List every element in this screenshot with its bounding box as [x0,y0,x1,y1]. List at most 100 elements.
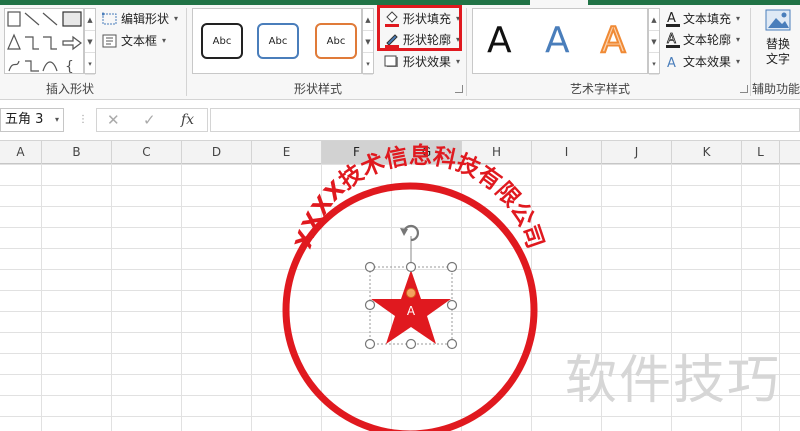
shape-fill-outline-highlight [377,5,462,51]
wordart-sample-black[interactable]: A [487,21,512,61]
column-header-d[interactable]: D [182,141,252,164]
grid-vertical-line [461,164,462,431]
text-fill-label: 文本填充 [683,12,732,26]
column-header-l[interactable]: L [742,141,780,164]
scroll-up-icon[interactable]: ▲ [85,9,95,31]
resize-handle-bottom-right[interactable] [446,338,458,350]
grid-vertical-line [181,164,182,431]
grid-vertical-line [41,164,42,431]
formula-bar-row: 五角 3 ▾ ⋮ ✕ ✓ fx [0,100,800,140]
scroll-up-icon[interactable]: ▲ [363,9,373,31]
resize-handle-bottom[interactable] [405,338,417,350]
resize-handle-bottom-left[interactable] [364,338,376,350]
resize-handle-left[interactable] [364,299,376,311]
enter-checkmark-icon[interactable]: ✓ [143,111,156,129]
text-fill-icon: A [666,11,680,27]
shapes-gallery-scroll[interactable]: ▲ ▼ ▾ [84,8,96,75]
shapes-gallery[interactable]: { [4,8,84,75]
column-header-i[interactable]: I [532,141,602,164]
gallery-more-icon[interactable]: ▾ [363,53,373,75]
alt-text-image-icon [765,9,791,31]
svg-text:A: A [667,32,676,47]
elbow-connector-icon [25,36,39,50]
shape-style-preset-1[interactable]: Abc [201,23,243,59]
shape-styles-group-label: 形状样式 [294,82,343,96]
text-box-label: 文本框 [121,34,158,48]
shape-styles-gallery: Abc Abc Abc [192,8,362,74]
formula-bar-grip-icon[interactable]: ⋮ [78,114,89,125]
resize-handle-top-right[interactable] [446,261,458,273]
chevron-down-icon[interactable]: ▾ [55,109,59,131]
rectangle-shape-icon [62,11,82,27]
replace-text-button[interactable]: 替换 文字 [756,8,800,78]
text-effects-icon: A [667,56,676,69]
dialog-launcher-icon[interactable] [455,85,463,93]
resize-handle-right[interactable] [446,299,458,311]
formula-input[interactable] [210,108,800,132]
shape-style-preset-2[interactable]: Abc [257,23,299,59]
elbow-arrow-icon [43,36,57,50]
chevron-down-icon: ▾ [736,57,741,66]
column-header-k[interactable]: K [672,141,742,164]
wordart-scroll[interactable]: ▲ ▼ ▾ [648,8,660,75]
wordart-sample-blue[interactable]: A [545,21,570,61]
replace-text-label-2: 文字 [765,52,790,66]
group-divider [466,8,467,96]
insert-shapes-group-label: 插入形状 [46,82,95,96]
wordart-sample-orange[interactable]: A [600,20,627,62]
dialog-launcher-icon[interactable] [740,85,748,93]
edit-shape-button[interactable]: 编辑形状 ▾ [102,10,178,27]
scroll-down-icon[interactable]: ▼ [85,31,95,53]
arc-shape-icon [42,61,58,72]
scroll-up-icon[interactable]: ▲ [649,9,659,31]
text-outline-icon: A [666,32,680,48]
text-box-shape-icon [7,11,21,27]
text-box-button[interactable]: 文本框 ▾ [102,32,166,49]
shape-styles-scroll[interactable]: ▲ ▼ ▾ [362,8,374,75]
column-header-e[interactable]: E [252,141,322,164]
cancel-icon[interactable]: ✕ [107,111,120,129]
column-header-a[interactable]: A [0,141,42,164]
name-box[interactable]: 五角 3 ▾ [0,108,64,132]
line-shape-icon [24,12,40,26]
formula-buttons: ✕ ✓ fx [96,108,208,132]
text-box-icon [102,34,117,47]
wordart-styles-gallery: A A A [472,8,648,74]
scroll-down-icon[interactable]: ▼ [649,31,659,53]
text-effects-label: 文本效果 [683,55,732,69]
text-outline-label: 文本轮廓 [683,33,732,47]
text-effects-button[interactable]: A 文本效果 ▾ [666,53,740,70]
name-box-value: 五角 3 [5,112,44,127]
scroll-down-icon[interactable]: ▼ [363,31,373,53]
adjust-handle[interactable] [406,288,416,298]
connector-shape-icon [25,60,39,72]
column-header-j[interactable]: J [602,141,672,164]
shape-effects-button[interactable]: 形状效果 ▾ [384,53,460,70]
text-fill-button[interactable]: A 文本填充 ▾ [666,10,740,27]
chevron-down-icon: ▾ [736,35,741,44]
replace-text-label-1: 替换 [765,37,790,51]
gallery-more-icon[interactable]: ▾ [85,53,95,75]
triangle-shape-icon [7,33,21,50]
grid-vertical-line [391,164,392,431]
column-header-c[interactable]: C [112,141,182,164]
text-outline-button[interactable]: A 文本轮廓 ▾ [666,31,740,48]
group-divider [186,8,187,96]
accessibility-group-label: 辅助功能 [752,82,800,96]
shapes-gallery-icons: { [7,11,82,75]
svg-text:A: A [667,11,676,26]
group-divider [750,8,751,96]
edit-shape-label: 编辑形状 [121,12,170,26]
watermark-text: 软件技巧 [565,351,782,411]
brace-shape-icon: { [65,59,74,75]
shape-style-preset-3[interactable]: Abc [315,23,357,59]
grid-vertical-line [251,164,252,431]
insert-function-button[interactable]: fx [181,112,194,128]
resize-handle-top-left[interactable] [364,261,376,273]
resize-handle-top[interactable] [405,261,417,273]
shape-effects-label: 形状效果 [403,55,452,69]
svg-text:A: A [667,56,676,69]
freeform-shape-icon [8,60,20,72]
column-header-b[interactable]: B [42,141,112,164]
gallery-more-icon[interactable]: ▾ [649,53,659,75]
